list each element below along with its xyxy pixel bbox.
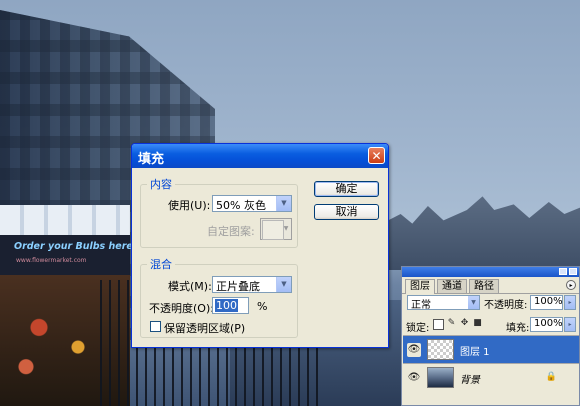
layer-fill-slider-button[interactable]: ▸ (564, 317, 576, 332)
layer-fill-input[interactable]: 100% (530, 317, 563, 332)
tab-layers[interactable]: 图层 (405, 279, 435, 294)
lock-all-icon[interactable]: ■ (472, 318, 483, 329)
fill-label: 填充: (506, 323, 530, 334)
use-value: 50% 灰色 (216, 199, 266, 212)
eye-icon[interactable]: 👁 (407, 371, 421, 385)
pattern-swatch (262, 220, 284, 240)
chevron-down-icon: ▼ (283, 225, 289, 232)
contents-legend: 内容 (150, 178, 172, 191)
close-icon[interactable]: ✕ (368, 147, 385, 164)
opacity-label: 不透明度(O): (149, 302, 214, 315)
panel-tabs: 图层 通道 路径 (402, 278, 579, 294)
opacity-value: 100 (215, 299, 238, 312)
use-select[interactable]: 50% 灰色 ▼ (212, 195, 292, 212)
chevron-down-icon: ▼ (276, 196, 291, 211)
layer-fill-value: 100% (534, 318, 563, 329)
layer-opacity-value: 100% (534, 296, 563, 307)
chevron-down-icon: ▼ (468, 296, 479, 309)
layer-thumbnail (427, 367, 454, 388)
mode-select[interactable]: 正片叠底 ▼ (212, 276, 292, 293)
preserve-transparency-label[interactable]: 保留透明区域(P) (164, 320, 245, 336)
layer-opacity-label: 不透明度: (484, 300, 528, 311)
preserve-transparency-checkbox[interactable] (150, 321, 161, 332)
ok-button[interactable]: 确定 (314, 181, 379, 197)
lock-label: 锁定: (406, 323, 430, 334)
use-label: 使用(U): (168, 199, 211, 212)
layer-name: 背景 (460, 375, 480, 386)
opacity-input[interactable]: 100 (212, 297, 249, 314)
lock-image-icon[interactable]: ✎ (446, 318, 457, 329)
blend-mode-value: 正常 (411, 300, 431, 311)
layer-opacity-input[interactable]: 100% (530, 295, 563, 310)
lock-position-icon[interactable]: ✥ (459, 318, 470, 329)
fill-dialog: 填充 ✕ 内容 使用(U): 50% 灰色 ▼ 自定图案: ▼ 混合 模式(M)… (131, 143, 389, 348)
panel-menu-icon[interactable]: ▸ (566, 280, 576, 290)
eye-icon[interactable]: 👁 (407, 343, 421, 357)
layer-opacity-slider-button[interactable]: ▸ (564, 295, 576, 310)
lock-transparency-icon[interactable] (433, 319, 444, 330)
mode-label: 模式(M): (168, 280, 212, 293)
chevron-right-icon: ▸ (565, 296, 575, 309)
shop-sign: Order your Bulbs here (14, 241, 133, 252)
chevron-down-icon: ▼ (276, 277, 291, 292)
tab-channels[interactable]: 通道 (437, 279, 467, 293)
layer-name: 图层 1 (460, 347, 490, 358)
blend-mode-select[interactable]: 正常 ▼ (407, 295, 480, 311)
layer-thumbnail (427, 339, 454, 360)
custom-pattern-picker[interactable]: ▼ (260, 218, 292, 240)
custom-pattern-label: 自定图案: (207, 225, 255, 238)
dialog-title: 填充 (138, 152, 165, 167)
minimize-icon[interactable] (559, 268, 567, 275)
chevron-right-icon: ▸ (565, 318, 575, 331)
tab-paths[interactable]: 路径 (469, 279, 499, 293)
shop-url: www.flowermarket.com (16, 257, 87, 264)
city-skyline (385, 196, 580, 270)
close-icon[interactable] (569, 268, 577, 275)
mode-value: 正片叠底 (216, 280, 260, 293)
shop-awning (0, 205, 130, 235)
cancel-button[interactable]: 取消 (314, 204, 379, 220)
layer-row-background[interactable]: 👁 背景 🔒 (403, 363, 579, 391)
layers-panel: 图层 通道 路径 ▸ 正常 ▼ 不透明度: 100% ▸ 锁定: ✎ ✥ ■ 填… (401, 266, 580, 406)
dialog-titlebar[interactable]: 填充 ✕ (132, 144, 388, 168)
blending-legend: 混合 (150, 258, 172, 271)
lock-icon: 🔒 (545, 372, 557, 382)
panel-titlebar[interactable] (402, 267, 579, 277)
opacity-unit: % (257, 300, 268, 313)
layer-row-layer1[interactable]: 👁 图层 1 (403, 335, 579, 363)
